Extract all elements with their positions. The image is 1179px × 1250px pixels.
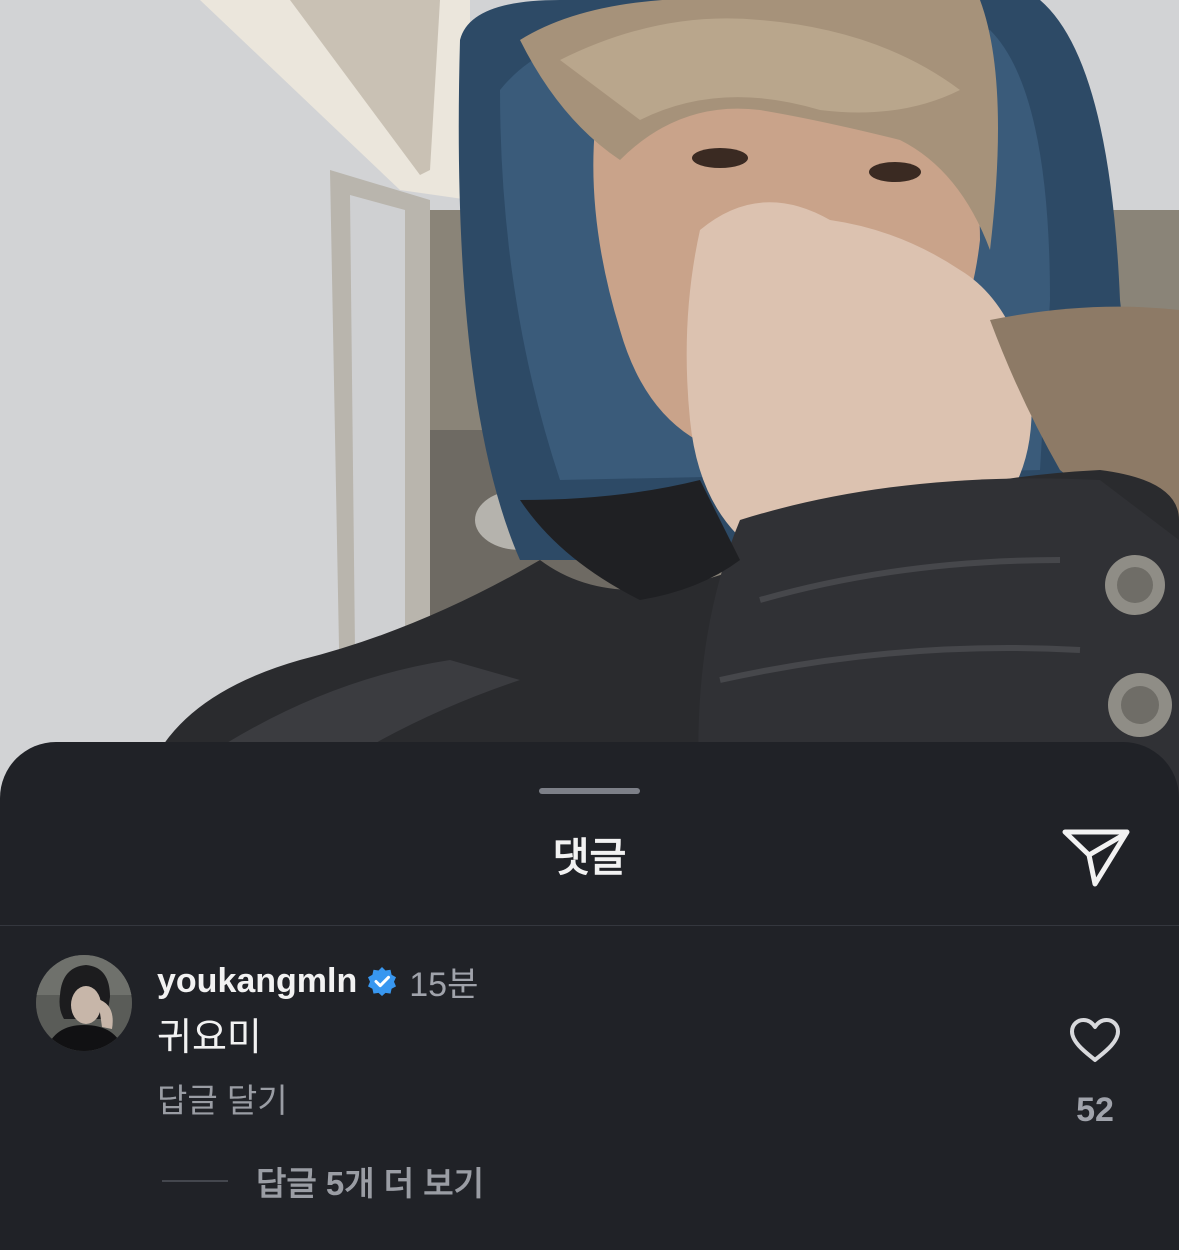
screen: 댓글 youkangmln 15분 귀요미 답글 달기 52 답글 5개 더 보… (0, 0, 1179, 1250)
comment-header: youkangmln 15분 (157, 956, 478, 1006)
sheet-title: 댓글 (552, 836, 627, 880)
like-count: 52 (1076, 1091, 1114, 1129)
post-photo (0, 0, 1179, 800)
verified-badge-icon (367, 966, 397, 996)
comment-username[interactable]: youkangmln (157, 962, 357, 1001)
share-button[interactable] (1058, 824, 1134, 890)
comment-timestamp: 15분 (409, 965, 479, 1004)
like-button[interactable] (1066, 1012, 1124, 1068)
comment-text: 귀요미 (157, 1017, 262, 1059)
paper-plane-icon (1062, 829, 1130, 887)
reply-button[interactable]: 답글 달기 (157, 1076, 288, 1126)
avatar[interactable] (36, 955, 132, 1051)
replies-indent-line (162, 1180, 228, 1182)
heart-outline-icon (1070, 1018, 1120, 1062)
view-more-replies-label: 답글 5개 더 보기 (256, 1165, 485, 1202)
sheet-grabber[interactable] (539, 788, 640, 794)
view-more-replies-button[interactable]: 답글 5개 더 보기 (162, 1156, 484, 1206)
sheet-divider (0, 925, 1179, 926)
comments-sheet: 댓글 youkangmln 15분 귀요미 답글 달기 52 답글 5개 더 보… (0, 742, 1179, 1250)
